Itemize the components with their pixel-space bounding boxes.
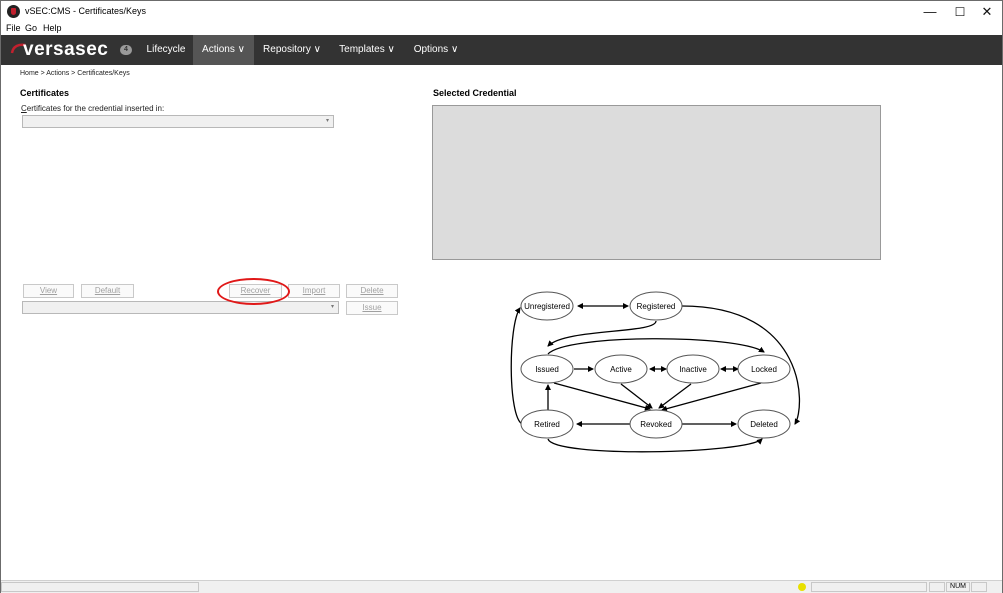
breadcrumb[interactable]: Home > Actions > Certificates/Keys bbox=[20, 70, 130, 77]
recover-highlight-circle bbox=[217, 278, 290, 305]
selected-credential-panel bbox=[432, 105, 881, 260]
certificate-select[interactable]: ▾ bbox=[22, 301, 339, 314]
status-panel-main bbox=[1, 582, 199, 592]
state-retired-label: Retired bbox=[534, 420, 560, 429]
menu-go[interactable]: Go bbox=[25, 23, 37, 33]
label-text: ertificates for the credential inserted … bbox=[26, 104, 165, 113]
nav-actions[interactable]: Actions ∨ bbox=[193, 35, 254, 65]
delete-button[interactable]: Delete bbox=[346, 284, 398, 298]
nav-repository[interactable]: Repository ∨ bbox=[256, 35, 328, 65]
logo-text: versasec bbox=[23, 39, 109, 60]
import-button[interactable]: Import bbox=[288, 284, 340, 298]
nav-options[interactable]: Options ∨ bbox=[406, 35, 466, 65]
state-issued-label: Issued bbox=[535, 365, 559, 374]
window-title: vSEC:CMS - Certificates/Keys bbox=[25, 6, 147, 16]
minimize-button[interactable]: — bbox=[915, 1, 945, 23]
menu-file[interactable]: File bbox=[6, 23, 21, 33]
state-inactive-label: Inactive bbox=[679, 365, 707, 374]
lifecycle-diagram: Unregistered Registered Issued Active In… bbox=[510, 291, 801, 453]
menu-help[interactable]: Help bbox=[43, 23, 62, 33]
chevron-down-icon: ▾ bbox=[330, 304, 334, 310]
close-button[interactable]: ✕ bbox=[972, 1, 1002, 23]
state-unregistered-label: Unregistered bbox=[524, 302, 570, 311]
state-registered-label: Registered bbox=[637, 302, 676, 311]
status-panel-progress bbox=[811, 582, 927, 592]
issue-button[interactable]: Issue bbox=[346, 301, 398, 315]
status-panel-scroll bbox=[971, 582, 987, 592]
default-button[interactable]: Default bbox=[81, 284, 134, 298]
view-button[interactable]: View bbox=[23, 284, 74, 298]
nav-templates[interactable]: Templates ∨ bbox=[331, 35, 403, 65]
num-lock-indicator: NUM bbox=[946, 582, 970, 592]
state-deleted-label: Deleted bbox=[750, 420, 778, 429]
chevron-down-icon: ▾ bbox=[325, 118, 329, 124]
status-panel-caps bbox=[929, 582, 945, 592]
status-indicator-icon bbox=[798, 583, 806, 591]
state-active-label: Active bbox=[610, 365, 632, 374]
certificates-title: Certificates bbox=[20, 88, 70, 98]
app-window: vSEC:CMS - Certificates/Keys — ☐ ✕ File … bbox=[0, 0, 1003, 593]
state-locked-label: Locked bbox=[751, 365, 777, 374]
title-bar: vSEC:CMS - Certificates/Keys — ☐ ✕ bbox=[1, 1, 1002, 23]
maximize-button[interactable]: ☐ bbox=[945, 1, 975, 23]
state-revoked-label: Revoked bbox=[640, 420, 672, 429]
top-navigation: versasec 4 Lifecycle Actions ∨ Repositor… bbox=[1, 35, 1002, 65]
notification-badge[interactable]: 4 bbox=[120, 45, 132, 55]
credential-select[interactable]: ▾ bbox=[22, 115, 334, 128]
app-logo-icon bbox=[7, 5, 20, 18]
nav-lifecycle[interactable]: Lifecycle bbox=[141, 35, 191, 65]
status-bar: NUM bbox=[1, 580, 1002, 593]
selected-credential-title: Selected Credential bbox=[433, 88, 517, 98]
certificates-credential-label: Certificates for the credential inserted… bbox=[21, 104, 164, 113]
